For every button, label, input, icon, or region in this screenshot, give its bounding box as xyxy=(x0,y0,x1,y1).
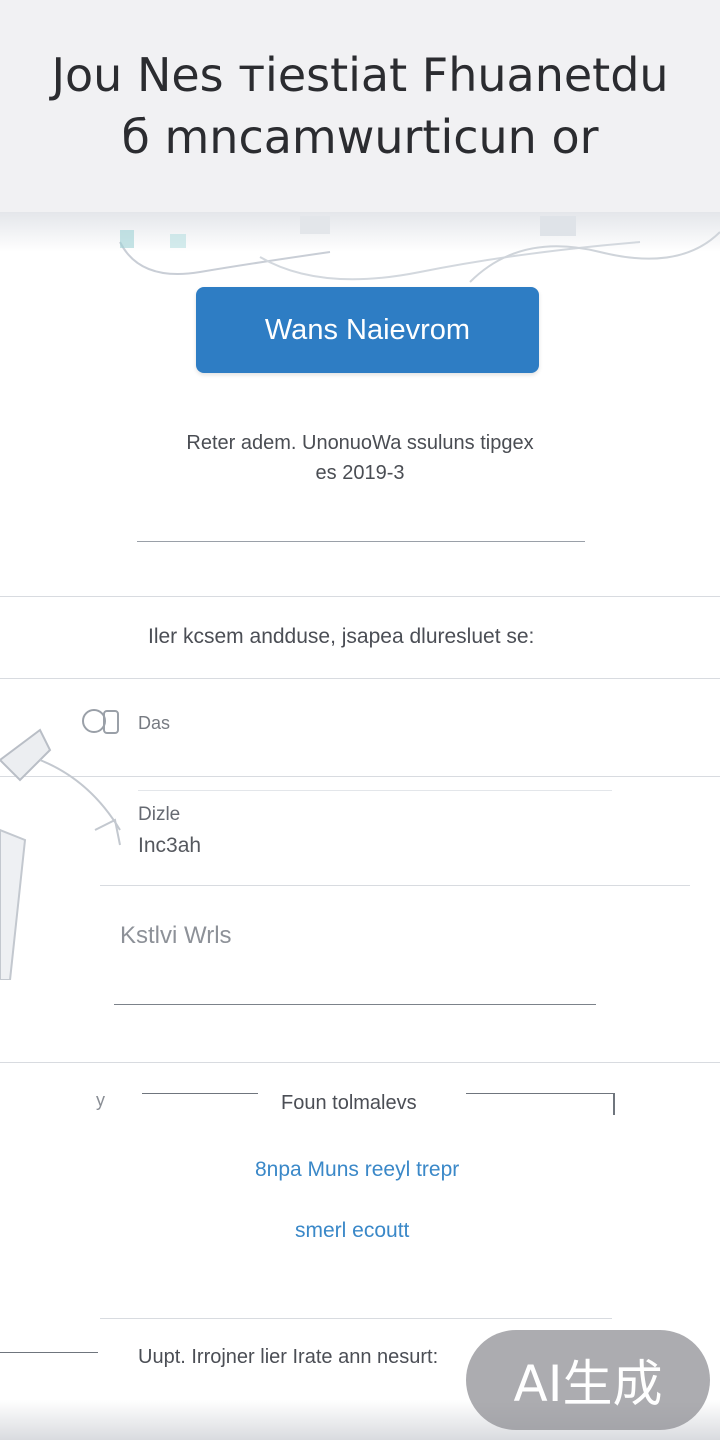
field-top-rule xyxy=(138,790,612,791)
field-value: Inc3ah xyxy=(138,834,202,857)
or-divider-right xyxy=(466,1093,614,1094)
or-divider-tick xyxy=(613,1093,615,1115)
footer-text: Uupt. Irrojner lier Irate ann nesurt: xyxy=(138,1346,439,1368)
page-title-line-1: Jou Nes тiestiat Fhuanetdu xyxy=(51,48,669,102)
ai-generated-badge: AI生成 xyxy=(466,1330,710,1430)
input-placeholder: Kstlvi Wrls xyxy=(120,922,232,949)
info-line-1: Reter adem. UnonuoWa ssuluns tipgex xyxy=(186,432,534,454)
field-divider xyxy=(100,885,690,886)
alternate-option-link[interactable]: 8npa Muns reeyl trepr xyxy=(255,1158,459,1182)
info-text: Reter adem. UnonuoWa ssuluns tipgex es 2… xyxy=(100,428,620,488)
info-line-2: es 2019-3 xyxy=(315,462,405,484)
detail-field[interactable]: Dizle Inc3ah xyxy=(100,792,690,884)
or-divider-left xyxy=(142,1093,258,1094)
primary-action-button[interactable]: Wans Naievrom xyxy=(196,287,539,373)
notice-text: Iler kcsem andduse, jsapea dluresluet se… xyxy=(148,625,535,648)
text-input-field[interactable]: Kstlvi Wrls xyxy=(114,900,596,1004)
divider-mark: у xyxy=(96,1090,105,1110)
input-underline xyxy=(114,1004,596,1005)
footer-line-left xyxy=(0,1352,98,1353)
footer-rule xyxy=(100,1318,612,1319)
item-label: Das xyxy=(138,713,171,733)
app-header: Jou Nes тiestiat Fhuanetdu б mncamwurtic… xyxy=(0,0,720,212)
section-divider xyxy=(0,596,720,597)
section-divider xyxy=(0,1062,720,1063)
field-label: Dizle xyxy=(138,804,181,825)
info-underline xyxy=(137,541,585,542)
secondary-link[interactable]: smerl ecoutt xyxy=(295,1219,409,1243)
or-divider-label: Foun tolmalevs xyxy=(281,1092,417,1114)
page-title-line-2: б mncamwurticun or xyxy=(121,110,599,164)
